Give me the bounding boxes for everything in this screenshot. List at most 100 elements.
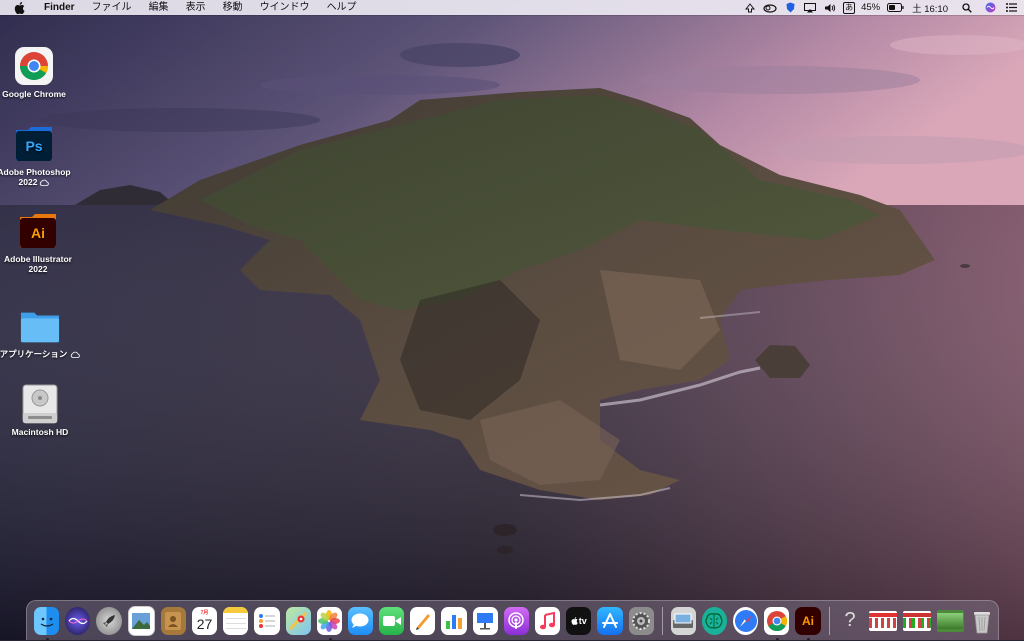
dock-facetime[interactable] [379, 606, 405, 635]
apple-tv-label: tv [578, 615, 587, 626]
dock-trash[interactable] [970, 607, 995, 635]
video-camera-icon [382, 615, 401, 626]
dock-notes[interactable] [223, 606, 249, 635]
window-thumbnail [902, 613, 931, 617]
input-method-icon[interactable]: あ [843, 1, 856, 14]
dock-contacts[interactable] [160, 606, 186, 635]
finder-icon [40, 617, 53, 627]
menu-go[interactable]: 移動 [223, 0, 243, 15]
dock-preview-photos[interactable] [127, 605, 155, 636]
desktop-icon-label: アプリケーション [0, 349, 68, 359]
shield-status-icon[interactable] [783, 2, 797, 14]
question-mark-icon: ? [844, 609, 856, 631]
apple-menu-icon[interactable] [14, 1, 28, 14]
creative-cloud-icon[interactable] [763, 2, 777, 14]
illustrator-icon: Ai [18, 211, 58, 251]
running-indicator [328, 637, 332, 641]
siri-icon [68, 617, 88, 624]
desktop-wallpaper [0, 0, 1024, 640]
trash-icon [974, 611, 991, 633]
desktop-icon-adobe-illustrator[interactable]: Ai Adobe Illustrator 2022 [0, 211, 83, 274]
spotlight-search-icon[interactable] [960, 2, 974, 14]
dock-reminders[interactable] [254, 606, 280, 635]
dock-calendar[interactable]: 7月 27 [191, 606, 218, 635]
podcast-icon [508, 611, 525, 629]
dock-finder[interactable] [34, 606, 60, 641]
dock-photos[interactable] [316, 606, 342, 641]
dock-minimized-window-1[interactable] [868, 610, 897, 631]
dock-system-preferences[interactable] [628, 606, 654, 635]
menu-file[interactable]: ファイル [92, 0, 132, 15]
notification-center-icon[interactable] [1004, 2, 1018, 14]
dock-messages[interactable] [347, 606, 374, 635]
dock-help[interactable]: ? [838, 607, 863, 635]
dock-app-store[interactable] [597, 606, 623, 635]
desktop-icon-macintosh-hd[interactable]: Macintosh HD [0, 384, 85, 437]
photo-icon [132, 612, 151, 629]
dock-numbers[interactable] [441, 606, 467, 635]
illustrator-dock-abbr: Ai [802, 613, 814, 628]
scanner-icon [673, 613, 694, 628]
desktop-icon-google-chrome[interactable]: Google Chrome [0, 46, 79, 99]
status-arrow-icon[interactable] [743, 2, 757, 14]
running-indicator [46, 637, 49, 641]
pen-icon [415, 613, 430, 630]
dock-minimized-window-3[interactable] [936, 609, 964, 632]
dock-music[interactable] [535, 606, 561, 635]
hard-drive-icon [20, 384, 60, 424]
desktop-icon-label-line2: 2022 [28, 264, 48, 274]
app-store-icon [601, 612, 618, 628]
volume-icon[interactable] [823, 2, 837, 14]
menu-clock[interactable]: 土 16:10 [912, 1, 948, 15]
window-thumbnail [868, 613, 897, 617]
compass-icon [734, 609, 757, 632]
siri-icon[interactable] [983, 2, 997, 14]
illustrator-abbr: Ai [31, 225, 45, 241]
folder-icon [20, 306, 60, 346]
menu-bar: Finder ファイル 編集 表示 移動 ウインドウ ヘルプ あ 45% 土 1… [0, 0, 1024, 15]
dock-adobe-illustrator[interactable]: Ai [795, 606, 821, 641]
desktop-icon-adobe-photoshop[interactable]: Ps Adobe Photoshop 2022 [0, 124, 79, 187]
menu-help[interactable]: ヘルプ [327, 0, 357, 15]
dock-apple-tv[interactable]: tv [566, 606, 592, 635]
menu-app-name[interactable]: Finder [44, 0, 75, 15]
photos-flower-icon [318, 609, 341, 632]
menu-view[interactable]: 表示 [186, 0, 206, 15]
battery-percent: 45% [861, 2, 881, 13]
photoshop-icon: Ps [14, 124, 54, 164]
dock: 7月 27 tv Ai ? [26, 600, 999, 641]
bar-chart-icon [446, 614, 463, 629]
dock-launchpad[interactable] [96, 606, 122, 635]
calendar-day: 27 [196, 616, 213, 632]
battery-icon[interactable] [886, 2, 904, 14]
desktop-icon-label: Google Chrome [2, 89, 66, 99]
chrome-icon [14, 46, 54, 86]
desktop-icon-applications-folder[interactable]: アプリケーション [0, 306, 85, 359]
menu-edit[interactable]: 編集 [149, 0, 169, 15]
desktop-icon-label-line2: 2022 [18, 177, 38, 187]
desktop-icon-label: Adobe Illustrator [3, 254, 72, 264]
menu-window[interactable]: ウインドウ [260, 0, 310, 15]
photoshop-abbr: Ps [25, 138, 43, 154]
dock-image-capture[interactable] [670, 606, 696, 635]
music-note-icon [539, 611, 555, 629]
airplay-icon[interactable] [803, 2, 817, 14]
dock-pages[interactable] [410, 606, 436, 635]
input-method-label: あ [845, 2, 854, 12]
dock-google-chrome[interactable] [764, 606, 790, 641]
icloud-icon [71, 351, 81, 358]
chat-bubble-icon [351, 613, 369, 628]
dock-brain-app[interactable] [701, 606, 728, 635]
dock-podcasts[interactable] [503, 606, 529, 635]
dock-keynote[interactable] [472, 606, 498, 635]
dock-safari[interactable] [733, 606, 759, 635]
dock-siri[interactable] [65, 606, 91, 635]
gear-icon [632, 611, 651, 630]
icloud-icon [40, 179, 50, 186]
dock-minimized-window-2[interactable] [902, 610, 931, 631]
notes-icon [223, 606, 249, 613]
map-icon [289, 611, 308, 630]
dock-separator [661, 606, 663, 635]
apple-tv-logo-icon [571, 616, 578, 625]
dock-maps[interactable] [285, 606, 311, 635]
